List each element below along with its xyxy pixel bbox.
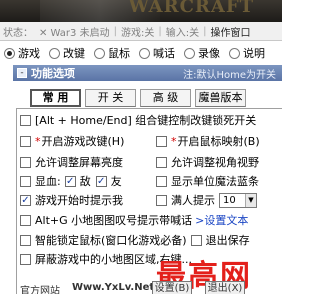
show-health-checkbox[interactable]	[20, 175, 31, 187]
option-enable-mouse[interactable]: * 开启鼠标映射 (B)	[156, 133, 260, 149]
alt-home-checkbox[interactable]	[20, 114, 31, 126]
footer-bar: 官方网站 Www.YxLv.Net 设置(B) 退出(X)	[0, 281, 282, 294]
chevron-down-icon[interactable]: ▼	[245, 193, 256, 207]
mode-shout[interactable]: 喊话	[139, 45, 175, 61]
enable-keymap-label: 开启游戏改键	[41, 135, 108, 148]
tab-common[interactable]: 常 用	[30, 89, 81, 107]
screen-brightness-checkbox[interactable]	[20, 156, 31, 168]
settings-button[interactable]: 设置(B)	[152, 281, 192, 294]
exit-save-checkbox[interactable]	[190, 234, 202, 246]
full-tip-checkbox[interactable]	[156, 194, 167, 206]
alt-home-label: [Alt + Home/End] 组合键控制改键锁死开关	[35, 114, 257, 127]
mode-replay-label: 录像	[198, 47, 220, 60]
minimap-block-checkbox[interactable]	[20, 253, 31, 265]
operate-window-button[interactable]: 操作窗口	[207, 24, 253, 39]
exit-button[interactable]: 退出(X)	[205, 281, 245, 294]
unit-spell-label: 显示单位魔法蓝条	[171, 175, 259, 188]
mode-keymap-radio[interactable]	[49, 47, 60, 59]
show-ally-label: 友	[110, 175, 122, 188]
status-label: 状态：	[3, 27, 33, 39]
game-status-indicator: ✕ War3 未启动	[39, 27, 110, 39]
mode-shout-label: 喊话	[153, 47, 175, 60]
adjust-view-checkbox[interactable]	[156, 156, 167, 168]
enable-mouse-checkbox[interactable]	[156, 135, 167, 147]
mode-replay-radio[interactable]	[184, 47, 195, 59]
game-switch-status: 游戏:关	[120, 27, 155, 39]
site-label: 官方网站	[20, 286, 60, 294]
game-start-tip-checkbox[interactable]: ✓	[20, 194, 31, 206]
set-text-link[interactable]: >设置文本	[195, 212, 248, 228]
mode-help-radio[interactable]	[229, 47, 240, 59]
mode-mouse-label: 鼠标	[108, 47, 130, 60]
section-title: 功能选项	[31, 67, 75, 80]
enable-keymap-hotkey: (H)	[107, 134, 125, 148]
input-switch-status: 输入:关	[165, 27, 200, 39]
option-screen-brightness[interactable]: 允许调整屏幕亮度	[20, 154, 123, 170]
required-marker: *	[171, 134, 177, 148]
mode-mouse-radio[interactable]	[94, 47, 105, 59]
option-adjust-view[interactable]: 允许调整视角视野	[156, 154, 259, 170]
game-banner: WARCRAFT	[0, 0, 282, 22]
site-link[interactable]: Www.YxLv.Net	[72, 282, 154, 293]
option-unit-spell[interactable]: 显示单位魔法蓝条	[156, 173, 259, 189]
full-count-value: 10	[223, 194, 236, 206]
smart-lock-checkbox[interactable]	[20, 234, 31, 246]
option-show-health: 显血: ✓ 敌 ✓ 友	[20, 173, 122, 189]
unit-spell-checkbox[interactable]	[156, 175, 167, 187]
function-options-header[interactable]: - 功能选项 注:默认Home为开关	[13, 65, 282, 81]
tab-switches[interactable]: 开 关	[85, 89, 136, 107]
collapse-toggle-icon[interactable]: -	[17, 68, 27, 78]
status-bar: 状态： ✕ War3 未启动 | 游戏:关 | 输入:关 | 操作窗口	[0, 22, 282, 41]
enable-mouse-hotkey: (B)	[243, 134, 260, 148]
mode-game-radio[interactable]	[4, 47, 15, 59]
show-enemy-checkbox[interactable]: ✓	[64, 175, 76, 187]
options-tabs: 常 用 开 关 高 级 魔兽版本	[30, 89, 250, 107]
mode-shout-radio[interactable]	[139, 47, 150, 59]
show-health-label: 显血:	[35, 175, 61, 188]
mode-keymap[interactable]: 改键	[49, 45, 85, 61]
full-count-select[interactable]: 10 ▼	[219, 192, 257, 208]
mode-radio-group: 游戏 改键 鼠标 喊话 录像 说明	[0, 44, 282, 62]
warcraft-logo: WARCRAFT	[128, 0, 254, 17]
tab-war3-version[interactable]: 魔兽版本	[195, 89, 246, 107]
mode-game[interactable]: 游戏	[4, 45, 40, 61]
smart-lock-label: 智能锁定鼠标(窗口化游戏必备)	[35, 234, 187, 247]
adjust-view-label: 允许调整视角视野	[171, 156, 259, 169]
show-enemy-label: 敌	[79, 175, 91, 188]
tab-advanced[interactable]: 高 级	[140, 89, 191, 107]
option-smart-lock[interactable]: 智能锁定鼠标(窗口化游戏必备) 退出保存	[20, 232, 250, 248]
mode-keymap-label: 改键	[63, 47, 85, 60]
mode-replay[interactable]: 录像	[184, 45, 220, 61]
screen-brightness-label: 允许调整屏幕亮度	[35, 156, 123, 169]
option-game-start-tip[interactable]: ✓ 游戏开始时提示我	[20, 192, 123, 208]
altg-label: Alt+G 小地图图叹号提示带喊话	[35, 214, 193, 227]
mode-help[interactable]: 说明	[229, 45, 265, 61]
mode-game-label: 游戏	[18, 47, 40, 60]
altg-checkbox[interactable]	[20, 214, 31, 226]
exit-save-label: 退出保存	[205, 234, 250, 247]
game-start-tip-label: 游戏开始时提示我	[35, 194, 123, 207]
required-marker: *	[35, 134, 41, 148]
option-altg[interactable]: Alt+G 小地图图叹号提示带喊话 >设置文本	[20, 212, 248, 228]
full-tip-label: 满人提示	[171, 194, 215, 207]
section-hint: 注:默认Home为开关	[183, 70, 276, 81]
option-full-tip[interactable]: 满人提示 10 ▼	[156, 192, 257, 208]
mode-help-label: 说明	[243, 47, 265, 60]
show-ally-checkbox[interactable]: ✓	[95, 175, 107, 187]
mode-mouse[interactable]: 鼠标	[94, 45, 130, 61]
enable-keymap-checkbox[interactable]	[20, 135, 31, 147]
option-enable-keymap[interactable]: * 开启游戏改键 (H)	[20, 133, 124, 149]
option-alt-home[interactable]: [Alt + Home/End] 组合键控制改键锁死开关	[20, 112, 256, 128]
enable-mouse-label: 开启鼠标映射	[177, 135, 244, 148]
